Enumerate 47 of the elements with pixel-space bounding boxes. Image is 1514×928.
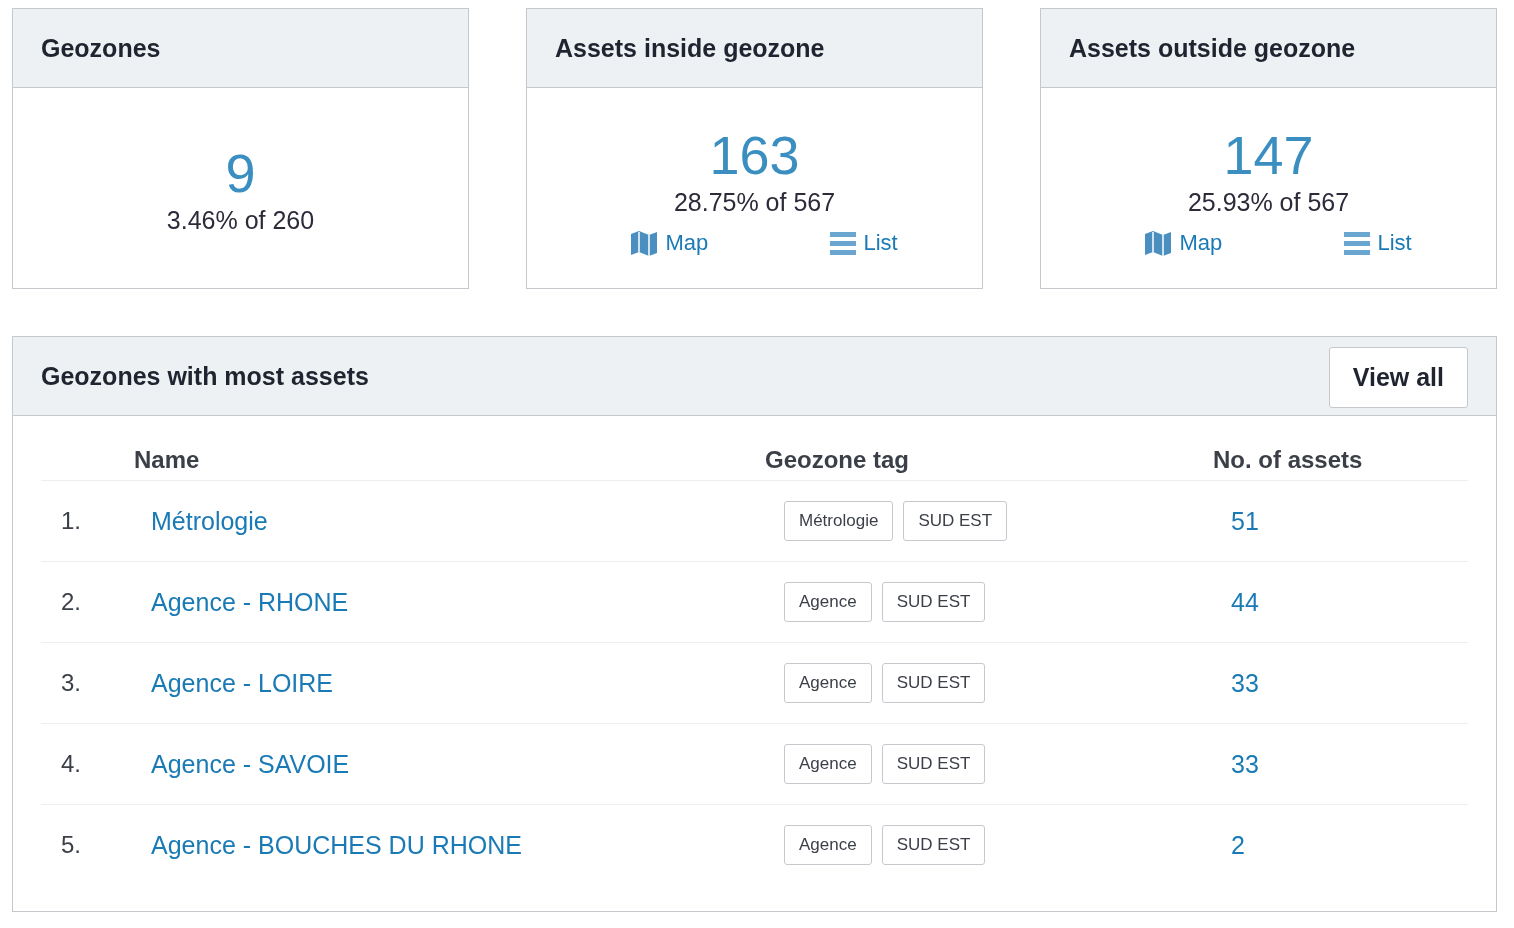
- view-all-button[interactable]: View all: [1328, 346, 1468, 408]
- asset-count-link[interactable]: 33: [1213, 668, 1259, 698]
- geozone-tag: SUD EST: [903, 501, 1008, 541]
- card-title: Geozones: [41, 33, 161, 63]
- geozone-link[interactable]: Agence - RHONE: [134, 587, 349, 617]
- list-link[interactable]: List: [829, 229, 898, 257]
- card-title: Assets inside geozone: [555, 33, 825, 63]
- asset-count-link[interactable]: 33: [1213, 749, 1259, 779]
- row-index: 2.: [60, 588, 81, 616]
- geozone-tag: SUD EST: [881, 663, 986, 703]
- stat-caption: 25.93% of 567: [1187, 188, 1350, 217]
- geozone-tag: SUD EST: [881, 744, 986, 784]
- row-index: 1.: [60, 507, 81, 535]
- asset-count-link[interactable]: 51: [1213, 506, 1259, 536]
- geozone-tag: Agence: [784, 663, 872, 703]
- asset-count-link[interactable]: 44: [1213, 587, 1259, 617]
- column-header: Name: [134, 446, 765, 481]
- card-title: Assets outside geozone: [1069, 33, 1356, 63]
- geozone-tag: Agence: [784, 582, 872, 622]
- stat-value: 9: [225, 141, 256, 204]
- map-icon: [1143, 229, 1172, 257]
- geozone-link[interactable]: Agence - BOUCHES DU RHONE: [134, 830, 522, 860]
- geozone-tag: SUD EST: [881, 582, 986, 622]
- row-index: 3.: [60, 669, 81, 697]
- list-icon: [829, 230, 856, 256]
- stat-value: 163: [709, 124, 800, 186]
- geozone-tag: Agence: [784, 744, 872, 784]
- row-index: 4.: [60, 750, 81, 778]
- asset-count-link[interactable]: 2: [1213, 830, 1245, 860]
- column-header: No. of assets: [1213, 446, 1468, 481]
- geozone-link[interactable]: Agence - LOIRE: [134, 668, 334, 698]
- geozone-tag: Agence: [784, 825, 872, 865]
- geozone-tag: Métrologie: [784, 501, 894, 541]
- stat-value: 147: [1223, 124, 1314, 186]
- geozone-link[interactable]: Métrologie: [134, 506, 268, 536]
- geozone-link[interactable]: Agence - SAVOIE: [134, 749, 350, 779]
- row-index: 5.: [60, 831, 81, 859]
- list-icon: [1343, 230, 1370, 256]
- map-link[interactable]: Map: [629, 229, 709, 257]
- list-link[interactable]: List: [1343, 229, 1412, 257]
- panel-title: Geozones with most assets: [41, 361, 369, 391]
- stat-caption: 28.75% of 567: [673, 188, 836, 217]
- map-link[interactable]: Map: [1143, 229, 1223, 257]
- column-header: Geozone tag: [765, 446, 1213, 481]
- stat-caption: 3.46% of 260: [166, 205, 315, 235]
- map-icon: [629, 229, 658, 257]
- geozone-tag: SUD EST: [881, 825, 986, 865]
